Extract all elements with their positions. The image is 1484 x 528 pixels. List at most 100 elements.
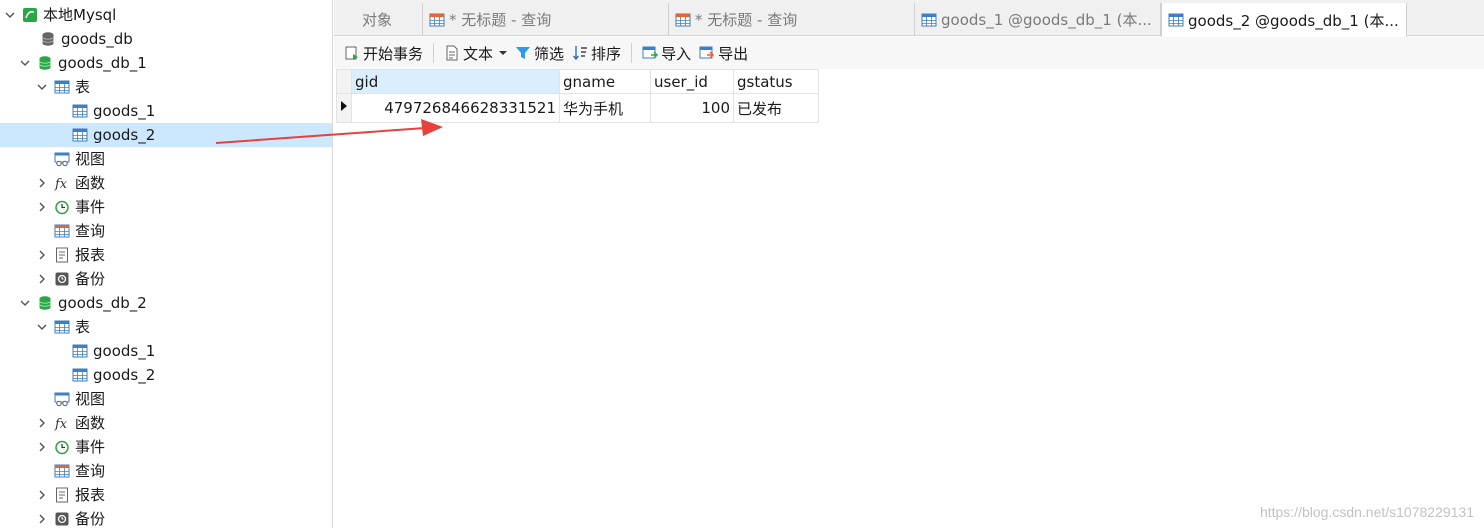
- import-icon: [642, 46, 659, 59]
- mysql-connection-icon: [23, 8, 37, 22]
- function-icon: fx: [54, 417, 68, 431]
- database-green-icon: [39, 56, 51, 70]
- tables-label: 表: [75, 318, 91, 336]
- backups-label: 备份: [75, 270, 106, 288]
- chevron-right-icon[interactable]: [36, 177, 48, 189]
- tab-goods-1[interactable]: goods_1 @goods_db_1 (本...: [915, 3, 1161, 36]
- database-green-icon: [39, 296, 51, 310]
- grid-header-row: gid gname user_id gstatus: [336, 69, 819, 94]
- tree-database-goods-db[interactable]: goods_db: [0, 27, 332, 51]
- cell-gid[interactable]: 479726846628331521: [351, 93, 560, 123]
- navigation-tree: 本地Mysql goods_db goods_db_1 表 goods_1 go…: [0, 0, 333, 528]
- reports-label: 报表: [75, 246, 106, 264]
- query-icon: [54, 224, 70, 238]
- tab-untitled-query-2[interactable]: * 无标题 - 查询: [669, 3, 915, 36]
- column-header-gname[interactable]: gname: [559, 69, 651, 94]
- chevron-right-icon[interactable]: [36, 201, 48, 213]
- chevron-down-icon[interactable]: [4, 9, 16, 21]
- table-label: goods_1: [93, 342, 156, 360]
- sort-label: 排序: [591, 44, 622, 63]
- tab-label: goods_2 @goods_db_1 (本...: [1188, 11, 1399, 30]
- chevron-right-icon[interactable]: [36, 513, 48, 525]
- cell-gname[interactable]: 华为手机: [559, 93, 651, 123]
- tree-table-goods-2[interactable]: goods_2: [0, 363, 332, 387]
- tree-views[interactable]: 视图: [0, 387, 332, 411]
- chevron-down-icon[interactable]: [36, 321, 48, 333]
- tree-functions[interactable]: fx 函数: [0, 171, 332, 195]
- chevron-down-icon[interactable]: [19, 297, 31, 309]
- table-icon: [72, 104, 88, 118]
- tab-strip: 对象 * 无标题 - 查询 * 无标题 - 查询 goods_1 @goods_…: [334, 0, 1484, 37]
- current-row-marker[interactable]: [336, 93, 352, 123]
- tree-tables-folder[interactable]: 表: [0, 75, 332, 99]
- chevron-down-icon[interactable]: [36, 81, 48, 93]
- tree-events[interactable]: 事件: [0, 195, 332, 219]
- tree-table-goods-2-selected[interactable]: goods_2: [0, 123, 332, 147]
- chevron-right-icon[interactable]: [36, 489, 48, 501]
- filter-label: 筛选: [534, 44, 565, 63]
- tree-views[interactable]: 视图: [0, 147, 332, 171]
- event-clock-icon: [55, 200, 69, 215]
- reports-label: 报表: [75, 486, 106, 504]
- tree-queries[interactable]: 查询: [0, 459, 332, 483]
- import-button[interactable]: 导入: [638, 39, 695, 67]
- table-row[interactable]: 479726846628331521 华为手机 100 已发布: [336, 93, 819, 123]
- tree-database-goods-db-2[interactable]: goods_db_2: [0, 291, 332, 315]
- tree-backups[interactable]: 备份: [0, 267, 332, 291]
- table-label: goods_1: [93, 102, 156, 120]
- svg-text:fx: fx: [54, 177, 68, 191]
- svg-text:fx: fx: [54, 417, 68, 431]
- tree-table-goods-1[interactable]: goods_1: [0, 339, 332, 363]
- views-label: 视图: [75, 390, 106, 408]
- tab-untitled-query-1[interactable]: * 无标题 - 查询: [423, 3, 669, 36]
- database-label: goods_db_2: [58, 294, 147, 312]
- tab-label: 对象: [362, 11, 393, 29]
- chevron-right-icon[interactable]: [36, 273, 48, 285]
- text-view-button[interactable]: 文本: [440, 39, 511, 67]
- tree-reports[interactable]: 报表: [0, 243, 332, 267]
- tree-tables-folder[interactable]: 表: [0, 315, 332, 339]
- views-label: 视图: [75, 150, 106, 168]
- backup-icon: [55, 512, 69, 526]
- begin-transaction-label: 开始事务: [363, 44, 424, 63]
- chevron-right-icon[interactable]: [36, 249, 48, 261]
- grid-toolbar: 开始事务 文本 筛选 排序 导入 导出: [334, 37, 1484, 69]
- tree-backups[interactable]: 备份: [0, 507, 332, 528]
- query-icon: [54, 464, 70, 478]
- tree-functions[interactable]: fx 函数: [0, 411, 332, 435]
- tree-reports[interactable]: 报表: [0, 483, 332, 507]
- functions-label: 函数: [75, 414, 106, 432]
- column-header-gstatus[interactable]: gstatus: [733, 69, 819, 94]
- data-grid: gid gname user_id gstatus 47972684662833…: [336, 69, 819, 123]
- chevron-right-icon[interactable]: [36, 441, 48, 453]
- sort-button[interactable]: 排序: [568, 39, 625, 67]
- view-icon: [54, 392, 70, 407]
- table-icon: [1168, 13, 1184, 27]
- current-row-arrow-icon: [341, 101, 347, 111]
- tree-connection-local-mysql[interactable]: 本地Mysql: [0, 3, 332, 27]
- tab-label: * 无标题 - 查询: [449, 11, 552, 29]
- main-panel: 对象 * 无标题 - 查询 * 无标题 - 查询 goods_1 @goods_…: [334, 0, 1484, 528]
- cell-user-id[interactable]: 100: [650, 93, 734, 123]
- filter-button[interactable]: 筛选: [511, 39, 568, 67]
- tab-objects[interactable]: 对象: [334, 3, 423, 36]
- export-button[interactable]: 导出: [695, 39, 752, 67]
- column-header-gid[interactable]: gid: [351, 69, 560, 94]
- database-gray-icon: [42, 32, 54, 46]
- cell-gstatus[interactable]: 已发布: [733, 93, 819, 123]
- events-label: 事件: [75, 198, 106, 216]
- tab-label: goods_1 @goods_db_1 (本...: [941, 11, 1152, 29]
- tree-queries[interactable]: 查询: [0, 219, 332, 243]
- query-icon: [675, 13, 691, 26]
- tree-database-goods-db-1[interactable]: goods_db_1: [0, 51, 332, 75]
- export-icon: [699, 46, 715, 59]
- watermark-text: https://blog.csdn.net/s1078229131: [1259, 504, 1474, 520]
- begin-transaction-button[interactable]: 开始事务: [340, 39, 427, 67]
- tab-goods-2-active[interactable]: goods_2 @goods_db_1 (本...: [1161, 3, 1407, 37]
- tree-table-goods-1[interactable]: goods_1: [0, 99, 332, 123]
- chevron-down-icon[interactable]: [19, 57, 31, 69]
- queries-label: 查询: [75, 222, 106, 240]
- tree-events[interactable]: 事件: [0, 435, 332, 459]
- chevron-right-icon[interactable]: [36, 417, 48, 429]
- column-header-user-id[interactable]: user_id: [650, 69, 734, 94]
